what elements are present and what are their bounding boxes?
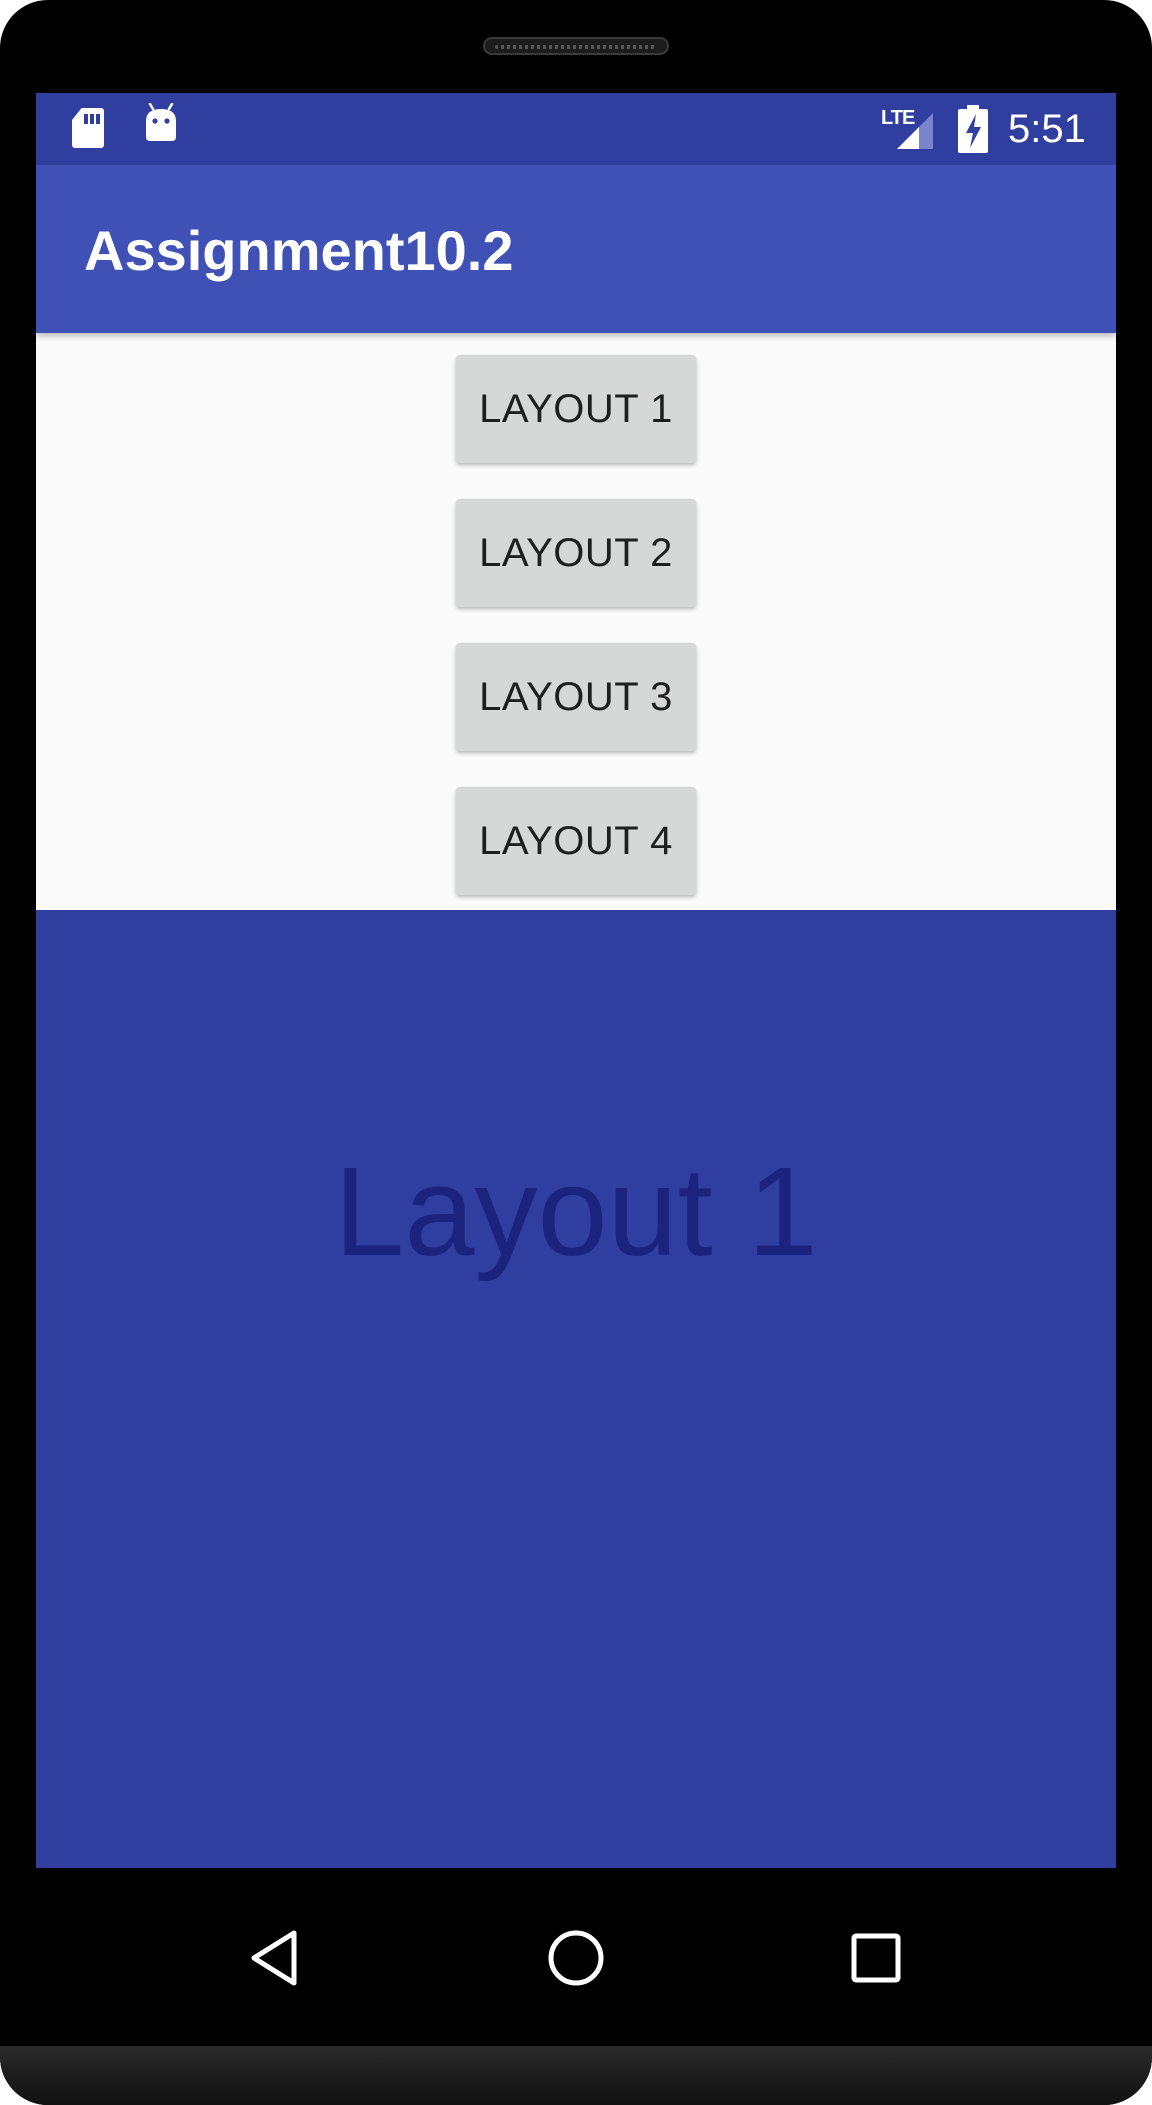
app-title: Assignment10.2 bbox=[84, 219, 514, 282]
layout-display-panel: Layout 1 bbox=[36, 910, 1116, 1868]
device-chin bbox=[0, 2046, 1152, 2105]
status-time: 5:51 bbox=[1008, 107, 1086, 151]
layout-display-text: Layout 1 bbox=[334, 1141, 818, 1282]
screen: LTE 5:51 Assignment10.2 LAYOUT 1 LAYOUT … bbox=[36, 93, 1116, 1868]
device-frame: LTE 5:51 Assignment10.2 LAYOUT 1 LAYOUT … bbox=[0, 0, 1152, 2105]
android-debug-icon bbox=[146, 103, 176, 141]
home-icon bbox=[548, 1930, 604, 1986]
layout-4-button[interactable]: LAYOUT 4 bbox=[456, 787, 696, 895]
app-bar: Assignment10.2 bbox=[36, 165, 1116, 333]
back-icon bbox=[251, 1930, 297, 1986]
back-button[interactable] bbox=[238, 1920, 314, 1996]
battery-charging-icon bbox=[958, 105, 988, 153]
layout-2-button[interactable]: LAYOUT 2 bbox=[456, 499, 696, 607]
status-bar: LTE 5:51 bbox=[36, 93, 1116, 165]
sd-card-icon bbox=[72, 108, 104, 148]
layout-3-button[interactable]: LAYOUT 3 bbox=[456, 643, 696, 751]
navigation-bar bbox=[0, 1868, 1152, 2046]
home-button[interactable] bbox=[538, 1920, 614, 1996]
layout-1-button[interactable]: LAYOUT 1 bbox=[456, 355, 696, 463]
recents-icon bbox=[851, 1933, 901, 1983]
earpiece-speaker bbox=[483, 37, 669, 55]
button-container: LAYOUT 1 LAYOUT 2 LAYOUT 3 LAYOUT 4 bbox=[36, 333, 1116, 910]
lte-signal-icon bbox=[897, 113, 933, 149]
recents-button[interactable] bbox=[838, 1920, 914, 1996]
